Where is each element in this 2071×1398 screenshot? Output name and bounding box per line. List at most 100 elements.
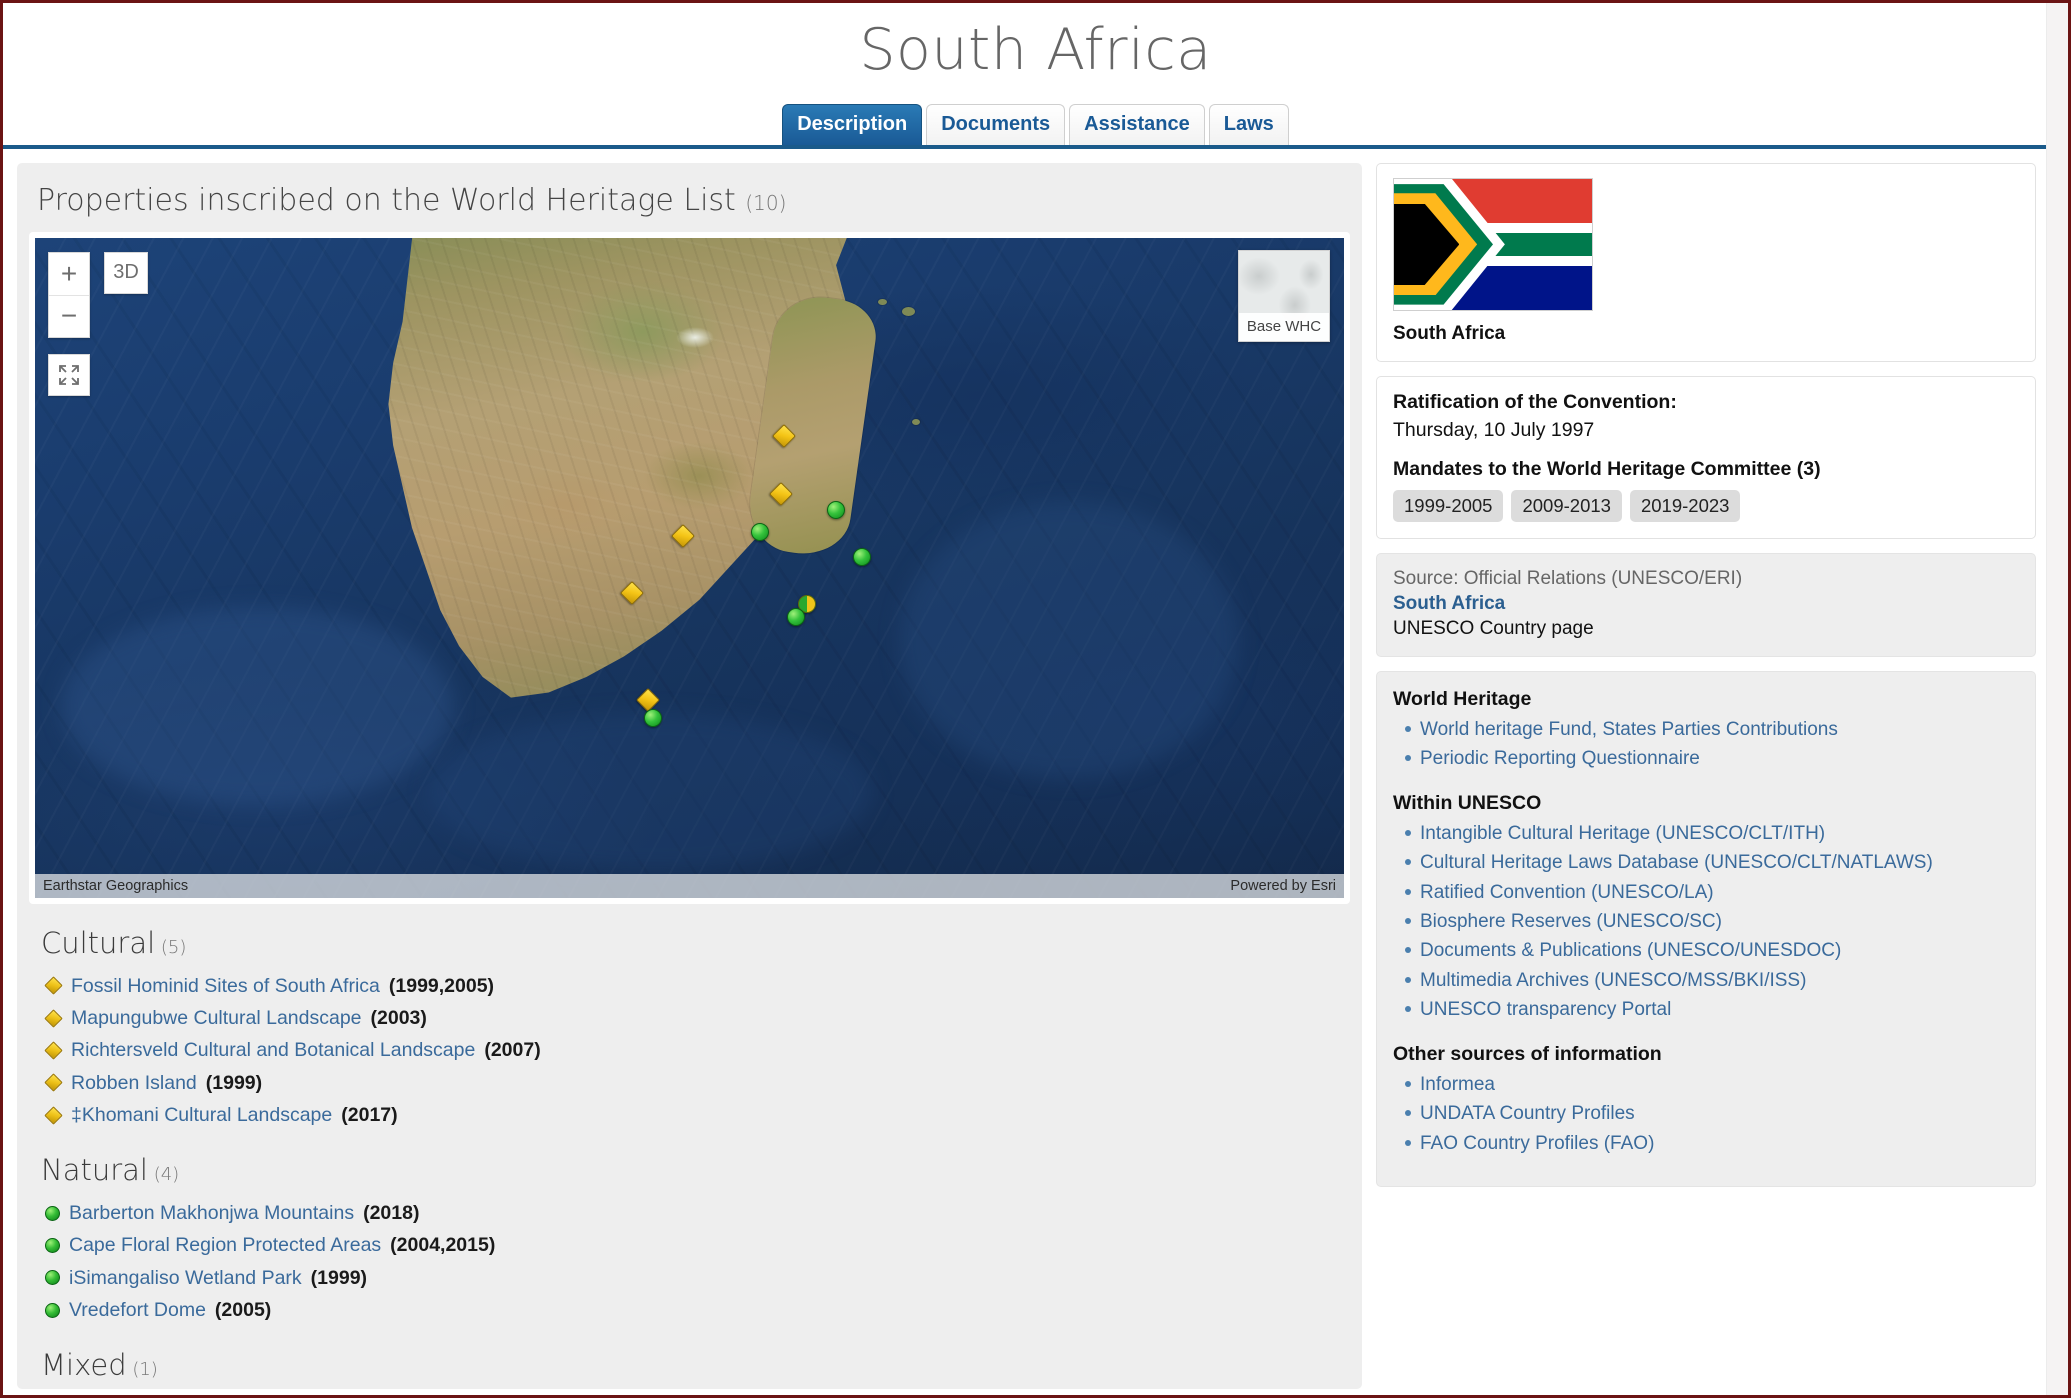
list-item: Robben Island (1999) [44,1067,1350,1099]
list-item: Mapungubwe Cultural Landscape (2003) [44,1002,1350,1034]
map-controls: + − 3D [48,251,148,396]
map-marker-natural[interactable] [751,522,770,541]
bullet-icon [1405,1006,1411,1013]
toggle-3d-button[interactable]: 3D [104,251,148,294]
content-area: Properties inscribed on the World Herita… [3,149,2068,1389]
site-link[interactable]: Vredefort Dome [69,1296,206,1324]
map-marker-cultural[interactable] [771,423,796,448]
section-title-text: Properties inscribed on the World Herita… [37,182,736,218]
tab-description[interactable]: Description [782,103,923,145]
bullet-icon [1405,859,1411,866]
cultural-marker-icon [771,423,796,448]
map-marker-natural[interactable] [786,607,805,626]
site-link[interactable]: Richtersveld Cultural and Botanical Land… [71,1036,475,1064]
external-link[interactable]: Documents & Publications (UNESCO/UNESDOC… [1420,936,1841,965]
external-link[interactable]: Cultural Heritage Laws Database (UNESCO/… [1420,848,1933,877]
site-link[interactable]: Robben Island [71,1069,197,1097]
external-link[interactable]: Multimedia Archives (UNESCO/MSS/BKI/ISS) [1420,966,1806,995]
site-inscription-years: (2018) [363,1202,420,1225]
page-scrollbar[interactable] [2046,3,2068,1395]
list-item: iSimangaliso Wetland Park (1999) [45,1262,1350,1294]
mandate-badge[interactable]: 2019-2023 [1629,489,1741,522]
site-inscription-years: (2007) [484,1039,541,1062]
related-links-card: World Heritage World heritage Fund, State… [1376,670,2036,1188]
list-item: Maloti-Drakensberg Park (2000,2013) [45,1392,1350,1395]
external-link[interactable]: FAO Country Profiles (FAO) [1420,1129,1654,1158]
external-link[interactable]: Informea [1420,1070,1495,1099]
page-section-title: Properties inscribed on the World Herita… [37,183,1350,218]
map-marker-cultural[interactable] [670,524,695,549]
site-link[interactable]: Fossil Hominid Sites of South Africa [71,972,380,1000]
cultural-site-icon [44,976,63,996]
cultural-marker-icon [670,524,695,549]
mandate-badge[interactable]: 2009-2013 [1511,489,1622,522]
basemap-switcher[interactable]: Base WHC [1238,249,1330,342]
bullet-icon [1405,1139,1411,1146]
site-link[interactable]: Mapungubwe Cultural Landscape [71,1004,362,1032]
source-country-link[interactable]: South Africa [1393,593,2019,615]
site-list-natural: Barberton Makhonjwa Mountains (2018) Cape … [29,1197,1350,1326]
map-marker-cultural[interactable] [635,687,660,712]
heritage-map[interactable]: + − 3D Base WHC Earthstar Geographics Po… [35,237,1344,898]
category-heading-natural: Natural (4) [41,1153,1350,1187]
bullet-icon [1405,725,1411,732]
list-item: Vredefort Dome (2005) [45,1294,1350,1326]
bullet-icon [1405,755,1411,762]
map-marker-natural[interactable] [827,501,846,520]
cultural-site-icon [44,1105,63,1125]
map-marker-natural[interactable] [643,709,662,728]
category-count: (5) [155,936,187,958]
external-link[interactable]: UNESCO transparency Portal [1420,995,1671,1024]
site-link[interactable]: Maloti-Drakensberg Park [69,1394,285,1395]
external-link[interactable]: Periodic Reporting Questionnaire [1420,744,1700,773]
fullscreen-button[interactable] [48,353,90,396]
page-root: South Africa Description Documents Assista… [3,3,2068,1395]
zoom-in-button[interactable]: + [49,252,89,295]
list-item: Cultural Heritage Laws Database (UNESCO/… [1405,848,2019,877]
zoom-out-button[interactable]: − [49,294,89,337]
external-link[interactable]: Ratified Convention (UNESCO/LA) [1420,878,1714,907]
site-link[interactable]: ‡Khomani Cultural Landscape [71,1101,332,1129]
external-link[interactable]: Intangible Cultural Heritage (UNESCO/CLT… [1420,819,1825,848]
site-inscription-years: (1999,2005) [388,974,495,997]
properties-panel: Properties inscribed on the World Herita… [17,162,1362,1389]
zoom-control-group: + − [48,251,90,338]
tab-assistance[interactable]: Assistance [1069,103,1205,145]
bullet-icon [1405,976,1411,983]
external-link[interactable]: Biosphere Reserves (UNESCO/SC) [1420,907,1722,936]
bullet-icon [1405,888,1411,895]
country-flag-card: South Africa [1376,162,2036,362]
map-marker-natural[interactable] [853,548,872,567]
tab-laws[interactable]: Laws [1208,103,1289,145]
map-shelf-3 [427,713,873,872]
natural-marker-icon [786,607,805,626]
country-name: South Africa [1393,322,1506,344]
basemap-label: Base WHC [1239,312,1329,341]
site-link[interactable]: Cape Floral Region Protected Areas [69,1231,381,1259]
site-categories: Cultural (5) Fossil Hominid Sites of Sout… [29,926,1350,1395]
list-item: Fossil Hominid Sites of South Africa (199… [44,970,1350,1002]
list-item: Cape Floral Region Protected Areas (2004,… [45,1229,1350,1261]
mandate-badge[interactable]: 1999-2005 [1393,489,1504,522]
category-count: (4) [147,1164,180,1186]
site-link[interactable]: iSimangaliso Wetland Park [69,1264,302,1292]
list-item: Multimedia Archives (UNESCO/MSS/BKI/ISS) [1405,966,2019,995]
tab-documents[interactable]: Documents [926,103,1066,145]
map-marker-cultural[interactable] [769,481,794,506]
link-group-title: Within UNESCO [1393,791,1542,814]
list-item: World heritage Fund, States Parties Cont… [1405,715,2019,744]
natural-marker-icon [643,709,662,728]
site-inscription-years: (2005) [214,1298,272,1321]
external-link[interactable]: UNDATA Country Profiles [1420,1099,1635,1128]
ratification-card: Ratification of the Convention: Thursday… [1376,375,2036,539]
natural-site-icon [45,1238,60,1254]
category-count: (1) [126,1359,158,1381]
link-list: Informea UNDATA Country Profiles FAO Count… [1393,1070,2019,1158]
list-item: Barberton Makhonjwa Mountains (2018) [45,1197,1350,1229]
list-item: UNESCO transparency Portal [1405,995,2019,1024]
category-heading-mixed: Mixed (1) [41,1348,1350,1382]
external-link[interactable]: World heritage Fund, States Parties Cont… [1420,715,1838,744]
site-link[interactable]: Barberton Makhonjwa Mountains [69,1199,354,1227]
source-card: Source: Official Relations (UNESCO/ERI) … [1376,552,2036,657]
map-marker-cultural[interactable] [619,580,644,605]
